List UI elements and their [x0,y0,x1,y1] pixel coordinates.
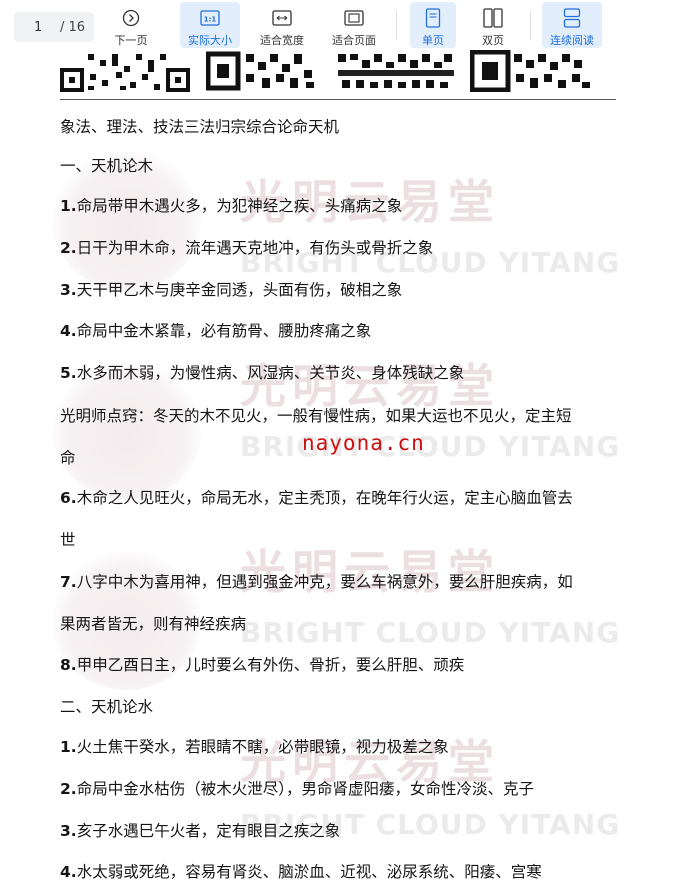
single-page-label: 单页 [422,34,444,47]
text-line: 光明师点窍：冬天的木不见火，一般有慢性病，如果大运也不见火，定主短 [60,407,572,425]
section-heading: 二、天机论水 [60,698,154,716]
actual-size-label: 实际大小 [188,34,232,47]
toolbar-divider [396,10,397,40]
section-heading: 一、天机论木 [60,157,154,175]
fit-width-icon [272,8,292,28]
toolbar: 1 / 16 下一页 1:1 实际大小 适合宽度 适合页面 单页 双页 连续阅读 [0,0,676,50]
continuous-read-label: 连续阅读 [550,34,594,47]
text-line: 2.日干为甲木命，流年遇天克地冲，有伤头或骨折之象 [60,239,434,257]
qr-code-icon [60,50,190,92]
next-page-icon [122,8,140,28]
site-watermark: nayona.cn [302,431,425,455]
single-page-icon [425,8,441,28]
actual-size-button[interactable]: 1:1 实际大小 [180,2,240,48]
page-total: / 16 [60,19,86,35]
next-page-button[interactable]: 下一页 [106,2,156,48]
qr-code-strip [60,50,620,94]
page-indicator[interactable]: 1 / 16 [14,12,94,42]
qr-code-icon [206,51,314,91]
fit-page-button[interactable]: 适合页面 [324,2,384,48]
text-line: 6.木命之人见旺火，命局无水，定主秃顶，在晚年行火运，定主心脑血管去 [60,489,573,507]
fit-width-button[interactable]: 适合宽度 [252,2,312,48]
text-line: 4.命局中金木紧靠，必有筋骨、腰肋疼痛之象 [60,322,372,340]
text-line: 4.水太弱或死绝，容易有肾炎、脑淤血、近视、泌尿系统、阳痿、宫寒 [60,863,542,881]
text-line: 3.亥子水遇巳午火者，定有眼目之疾之象 [60,822,341,840]
double-page-icon [483,8,503,28]
document-page[interactable]: 光明云易堂 BRIGHT CLOUD YITANG 光明云易堂 BRIGHT C… [0,50,676,882]
double-page-label: 双页 [482,34,504,47]
document-title: 象法、理法、技法三法归宗综合论命天机 [60,118,340,136]
text-line: 1.命局带甲木遇火多，为犯神经之疾、头痛病之象 [60,197,403,215]
divider-line [60,99,616,100]
svg-text:1:1: 1:1 [204,16,217,24]
continuous-read-button[interactable]: 连续阅读 [542,2,602,48]
continuous-read-icon [563,8,581,28]
text-line: 8.甲申乙酉日主，儿时要么有外伤、骨折，要么肝胆、顽疾 [60,656,465,674]
watermark-en: BRIGHT CLOUD YITANG [240,616,621,649]
double-page-button[interactable]: 双页 [470,2,516,48]
text-line: 1.火土焦干癸水，若眼睛不瞎，必带眼镜，视力极差之象 [60,738,449,756]
qr-code-icon [338,54,454,88]
text-line: 果两者皆无，则有神经疾病 [60,615,247,633]
page-current[interactable]: 1 [34,20,58,35]
watermark-cn: 光明云易堂 [240,545,500,599]
fit-page-label: 适合页面 [332,34,376,47]
next-page-label: 下一页 [114,34,148,47]
text-line: 世 [60,531,76,549]
watermark-en: BRIGHT CLOUD YITANG [240,430,621,463]
text-line: 7.八字中木为喜用神，但遇到强金冲克，要么车祸意外，要么肝胆疾病，如 [60,573,573,591]
text-line: 2.命局中金水枯伤（被木火泄尽），男命肾虚阳痿，女命性冷淡、克子 [60,780,534,798]
qr-code-icon [470,50,590,92]
text-line: 3.天干甲乙木与庚辛金同透，头面有伤，破相之象 [60,281,403,299]
fit-width-label: 适合宽度 [260,34,304,47]
text-line: 命 [60,449,76,467]
single-page-button[interactable]: 单页 [410,2,456,48]
actual-size-icon: 1:1 [200,8,220,28]
fit-page-icon [344,8,364,28]
toolbar-divider [530,10,531,40]
text-line: 5.水多而木弱，为慢性病、风湿病、关节炎、身体残缺之象 [60,364,465,382]
